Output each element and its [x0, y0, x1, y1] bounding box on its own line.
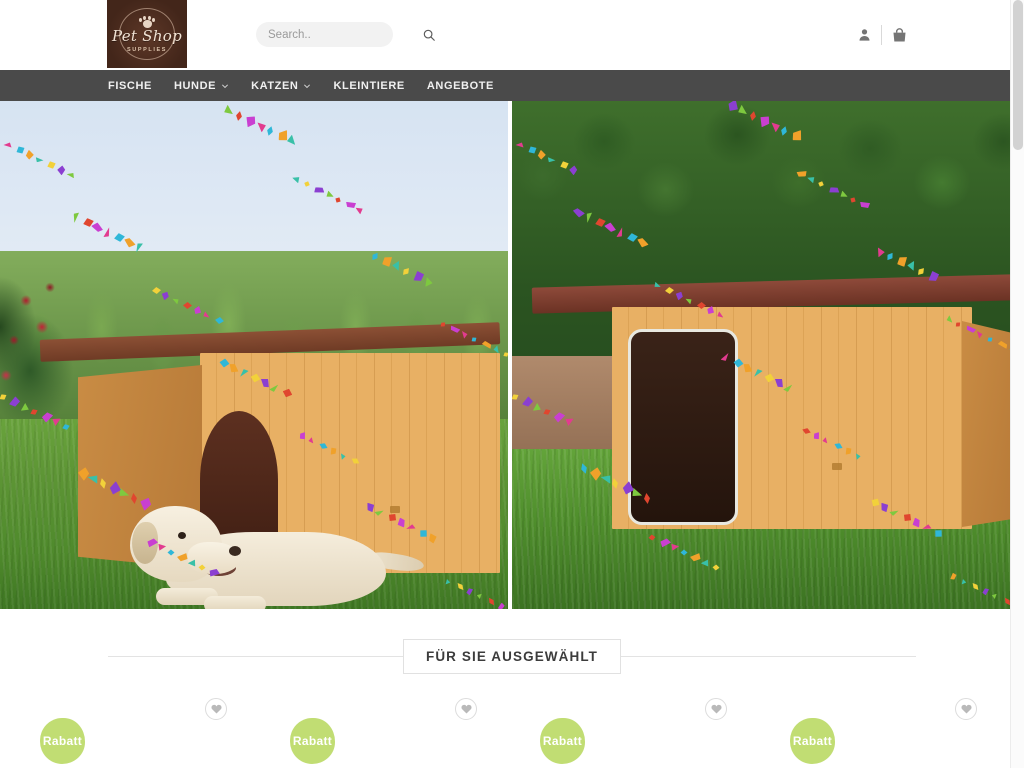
- chevron-down-icon: [222, 83, 229, 88]
- nav-item-hunde[interactable]: HUNDE: [174, 80, 229, 92]
- cart-button[interactable]: [882, 24, 916, 46]
- nav-label: HUNDE: [173, 79, 217, 92]
- wishlist-button[interactable]: [705, 698, 727, 720]
- product-list: Rabatt Rabatt Rabatt Rabatt: [0, 698, 1024, 768]
- search-box[interactable]: [256, 22, 435, 47]
- search-input[interactable]: [268, 28, 422, 41]
- discount-badge: Rabatt: [40, 718, 85, 764]
- chevron-down-icon: [304, 83, 311, 88]
- heart-icon: [710, 704, 722, 714]
- main-navigation: FISCHE HUNDE KATZEN KLEINTIERE ANGEBOTE: [0, 70, 1024, 101]
- user-icon: [859, 29, 869, 41]
- labrador-illustration: [130, 506, 425, 609]
- scrollbar-thumb[interactable]: [1013, 0, 1023, 150]
- dog-eye: [178, 532, 186, 539]
- search-icon[interactable]: [422, 28, 436, 42]
- dog-house-door: [628, 329, 738, 525]
- product-card[interactable]: Rabatt: [262, 698, 512, 768]
- discount-badge: Rabatt: [290, 718, 335, 764]
- logo-subtitle: SUPPLIES: [126, 47, 167, 53]
- hero-slide-2[interactable]: [512, 101, 1024, 609]
- header-actions: [847, 24, 916, 46]
- product-card[interactable]: Rabatt: [12, 698, 262, 768]
- site-logo[interactable]: Pet Shop SUPPLIES: [107, 0, 187, 68]
- dog-house-illustration: [531, 274, 1014, 541]
- nav-item-katzen[interactable]: KATZEN: [251, 80, 311, 92]
- section-divider-right: [621, 656, 917, 657]
- account-button[interactable]: [847, 24, 881, 46]
- dog-nose: [229, 546, 241, 556]
- page-root: Pet Shop SUPPLIES Search.. FISCHE HUNDE …: [0, 0, 1024, 768]
- wishlist-button[interactable]: [205, 698, 227, 720]
- wishlist-button[interactable]: [955, 698, 977, 720]
- product-card[interactable]: Rabatt: [512, 698, 762, 768]
- dog-ear: [132, 522, 158, 564]
- dog-paw: [204, 596, 266, 609]
- nav-item-kleintiere[interactable]: KLEINTIERE: [333, 80, 404, 92]
- shopping-bag-icon: [892, 27, 906, 42]
- nav-label: FISCHE: [108, 79, 152, 92]
- selected-for-you-section: FÜR SIE AUSGEWÄHLT Rabatt Rabatt Rabatt …: [0, 609, 1024, 768]
- paw-icon: [138, 15, 156, 28]
- nav-label: KATZEN: [251, 79, 299, 92]
- site-header: Pet Shop SUPPLIES: [0, 0, 1024, 70]
- nav-label: KLEINTIERE: [333, 79, 405, 92]
- nav-label: ANGEBOTE: [426, 79, 494, 92]
- nav-item-angebote[interactable]: ANGEBOTE: [427, 80, 494, 92]
- logo-inner: Pet Shop SUPPLIES: [112, 5, 182, 63]
- section-title: FÜR SIE AUSGEWÄHLT: [402, 639, 622, 674]
- heart-icon: [460, 704, 472, 714]
- heart-icon: [210, 704, 222, 714]
- dog-house-side: [962, 321, 1014, 527]
- discount-badge: Rabatt: [790, 718, 835, 764]
- wishlist-button[interactable]: [455, 698, 477, 720]
- product-card[interactable]: Rabatt: [762, 698, 1012, 768]
- hero-slide-1[interactable]: [0, 101, 508, 609]
- dog-house-plate: [832, 463, 842, 470]
- nav-item-fische[interactable]: FISCHE: [108, 80, 152, 92]
- page-scrollbar[interactable]: [1010, 0, 1024, 768]
- hero-carousel: [0, 101, 1024, 609]
- section-header: FÜR SIE AUSGEWÄHLT: [108, 639, 917, 674]
- section-divider-left: [108, 656, 403, 657]
- heart-icon: [960, 704, 972, 714]
- discount-badge: Rabatt: [540, 718, 585, 764]
